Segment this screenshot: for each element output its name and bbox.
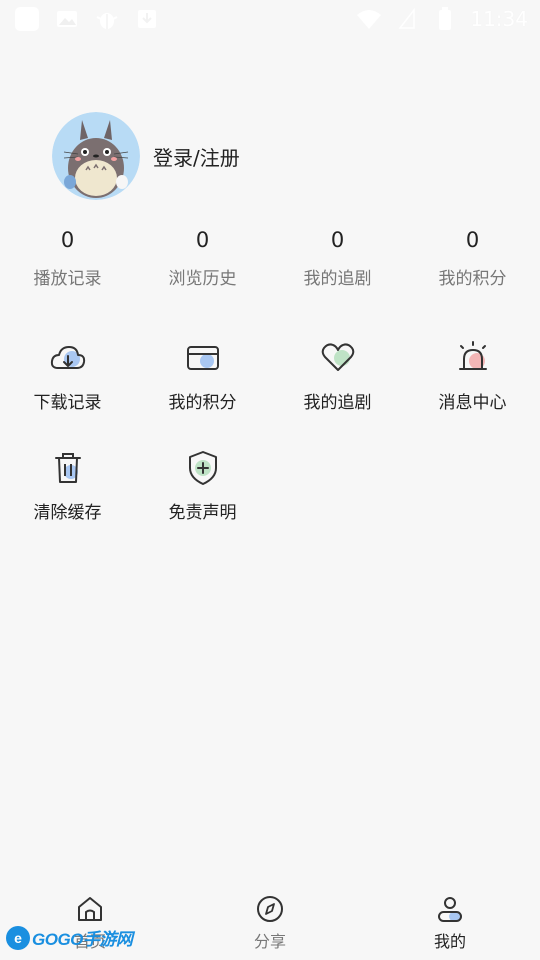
stats-row: 0 播放记录 0 浏览历史 0 我的追剧 0 我的积分 <box>0 226 540 289</box>
tab-mine[interactable]: 我的 <box>360 886 540 960</box>
stat-label: 浏览历史 <box>168 269 237 289</box>
stat-value: 0 <box>465 228 480 252</box>
home-icon <box>75 894 105 924</box>
stat-play-history[interactable]: 0 播放记录 <box>0 226 135 289</box>
menu-label: 我的追剧 <box>303 393 372 413</box>
watermark-logo: e GOGO手游网 <box>6 925 133 950</box>
menu-message-center[interactable]: 消息中心 <box>405 338 540 413</box>
tab-label: 分享 <box>253 932 286 951</box>
stat-my-points[interactable]: 0 我的积分 <box>405 226 540 289</box>
image-icon <box>54 6 80 32</box>
stat-value: 0 <box>60 228 75 252</box>
stat-value: 0 <box>330 228 345 252</box>
menu-clear-cache[interactable]: 清除缓存 <box>0 448 135 523</box>
menu-label: 免责声明 <box>168 503 237 523</box>
user-icon <box>435 894 465 924</box>
tab-label: 我的 <box>433 932 466 951</box>
shield-plus-icon <box>183 448 223 488</box>
compass-icon <box>255 894 285 924</box>
alarm-bell-icon <box>453 338 493 378</box>
card-icon <box>183 338 223 378</box>
cloud-download-icon <box>48 338 88 378</box>
stat-label: 我的积分 <box>438 269 507 289</box>
menu-grid-row-1: 下载记录 我的积分 我的追剧 消息中心 <box>0 338 540 413</box>
heart-icon <box>318 338 358 378</box>
menu-grid-row-2: 清除缓存 免责声明 <box>0 448 540 523</box>
bug-icon <box>94 6 120 32</box>
menu-label: 下载记录 <box>33 393 102 413</box>
menu-label: 清除缓存 <box>33 503 102 523</box>
menu-my-follows[interactable]: 我的追剧 <box>270 338 405 413</box>
trash-icon <box>48 448 88 488</box>
menu-my-points[interactable]: 我的积分 <box>135 338 270 413</box>
download-notify-icon <box>134 6 160 32</box>
watermark-icon: e <box>6 925 30 950</box>
stat-label: 我的追剧 <box>303 269 372 289</box>
battery-icon <box>432 6 458 32</box>
app-icon <box>14 6 40 32</box>
status-bar: 11:34 <box>0 0 540 38</box>
avatar[interactable] <box>52 112 140 200</box>
wifi-icon <box>356 6 382 32</box>
login-register-link[interactable]: 登录/注册 <box>153 142 240 171</box>
menu-download-records[interactable]: 下载记录 <box>0 338 135 413</box>
menu-disclaimer[interactable]: 免责声明 <box>135 448 270 523</box>
menu-label: 消息中心 <box>438 393 507 413</box>
profile-header[interactable]: 登录/注册 <box>52 112 240 200</box>
status-time: 11:34 <box>470 7 528 31</box>
tab-share[interactable]: 分享 <box>180 886 360 960</box>
watermark-text: GOGO手游网 <box>32 930 133 949</box>
signal-icon <box>394 6 420 32</box>
menu-label: 我的积分 <box>168 393 237 413</box>
stat-value: 0 <box>195 228 210 252</box>
stat-label: 播放记录 <box>33 269 102 289</box>
stat-my-follows[interactable]: 0 我的追剧 <box>270 226 405 289</box>
stat-browse-history[interactable]: 0 浏览历史 <box>135 226 270 289</box>
